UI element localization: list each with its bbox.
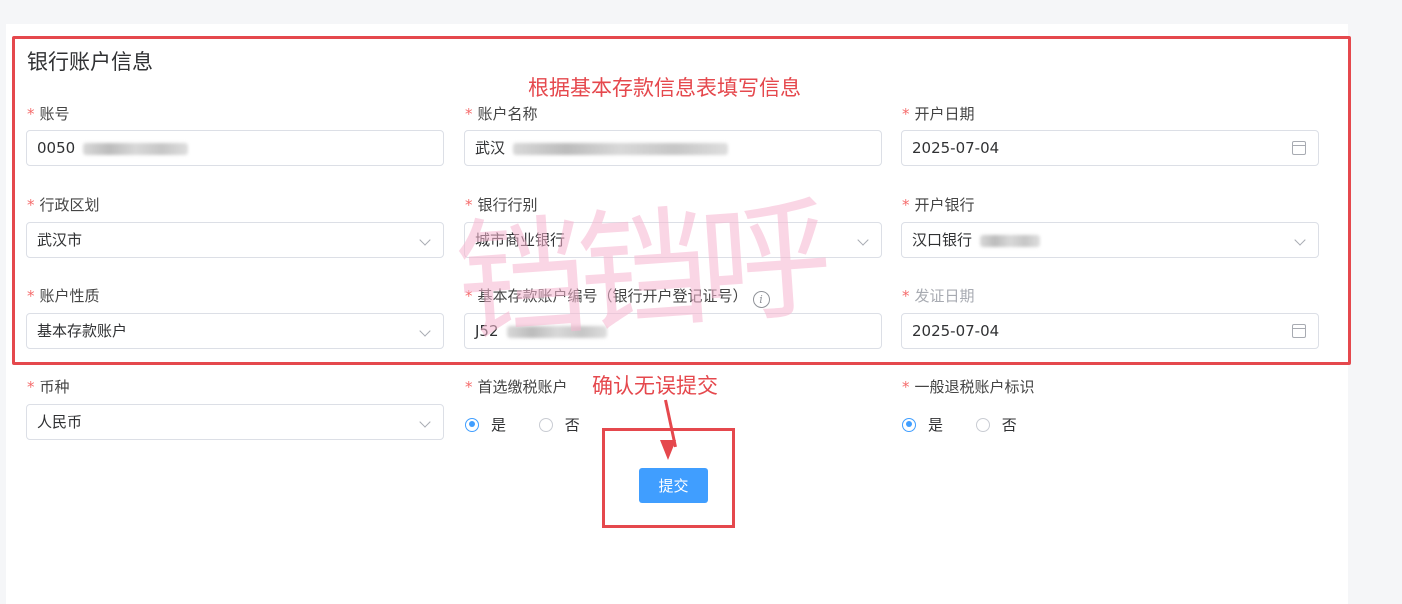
right-gutter bbox=[1348, 0, 1402, 604]
refund-flag-no-radio[interactable]: 否 bbox=[975, 414, 1017, 435]
refund-flag-radio-group: 是 否 bbox=[902, 414, 1045, 436]
annotation-confirm-text: 确认无误提交 bbox=[592, 374, 718, 398]
preferred-tax-label: * 首选缴税账户 bbox=[465, 378, 568, 396]
currency-select[interactable]: 人民币 bbox=[26, 404, 444, 440]
refund-flag-label: * 一般退税账户标识 bbox=[902, 378, 1035, 396]
preferred-tax-radio-group: 是 否 bbox=[465, 414, 608, 436]
chevron-down-icon bbox=[419, 416, 431, 428]
annotation-hint: 根据基本存款信息表填写信息 bbox=[528, 76, 801, 100]
preferred-tax-yes-radio[interactable]: 是 bbox=[465, 414, 506, 435]
preferred-tax-no-radio[interactable]: 否 bbox=[538, 414, 580, 435]
currency-label: * 币种 bbox=[27, 378, 70, 396]
submit-button[interactable]: 提交 bbox=[639, 468, 708, 503]
refund-flag-yes-radio[interactable]: 是 bbox=[902, 414, 943, 435]
radio-unchecked-icon bbox=[538, 417, 553, 432]
radio-unchecked-icon bbox=[975, 417, 990, 432]
radio-checked-icon bbox=[902, 417, 916, 432]
radio-checked-icon bbox=[465, 417, 479, 432]
